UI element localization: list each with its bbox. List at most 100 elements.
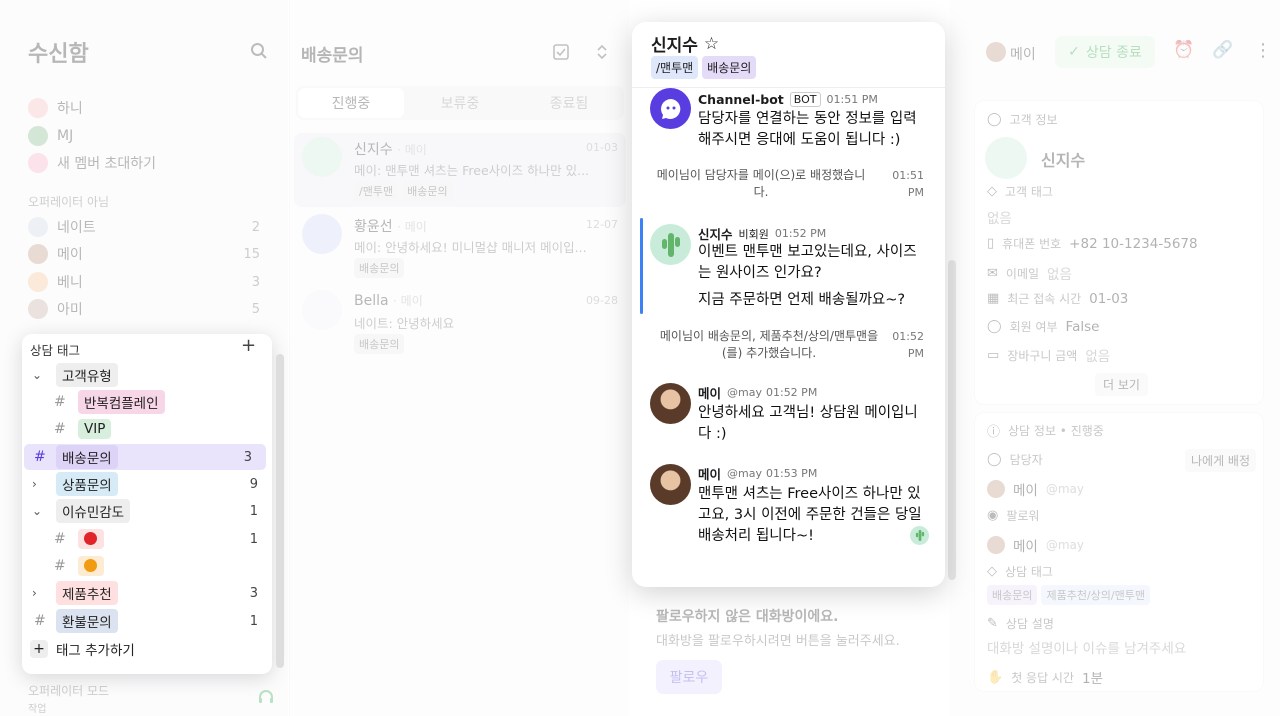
chevron-down-icon[interactable]: ⌄ [32, 368, 42, 382]
avatar [302, 290, 342, 330]
sort-icon[interactable] [596, 44, 608, 60]
chat-name-row: Bella · 메이 [354, 292, 423, 309]
calendar-icon: ▦ [987, 291, 1000, 306]
field-label: 이메일 [1005, 266, 1040, 281]
add-tag-button[interactable]: + 태그 추가하기 [22, 636, 272, 662]
message-header: Channel-bot BOT 01:51 PM [698, 92, 878, 107]
hash-icon: # [34, 613, 46, 629]
tag-item[interactable]: ⌄ 이슈민감도 1 [22, 498, 272, 524]
tab-snoozed[interactable]: 보류중 [407, 88, 513, 118]
more-button[interactable]: 더 보기 [1095, 373, 1148, 396]
chat-list-panel: 배송문의 진행중 보류중 종료됨 신지수 · 메이 01-03 메이: 맨투맨 … [289, 0, 629, 716]
member-item[interactable]: 하니 [28, 97, 260, 119]
customer-name: 신지수 [651, 36, 698, 56]
check-icon: ✓ [1068, 44, 1080, 60]
sender-name: 신지수 [698, 227, 733, 242]
chat-tag[interactable]: /맨투맨 [651, 56, 699, 79]
chat-item[interactable]: 황윤선 · 메이 12-07 메이: 안녕하세요! 미니멀샵 매니저 메이입..… [294, 210, 626, 284]
search-icon[interactable] [250, 42, 268, 60]
chat-popup: 신지수 ☆ /맨투맨 배송문의 Channel-bot BOT 01:51 PM… [632, 22, 945, 587]
scrollbar[interactable] [948, 260, 956, 580]
chat-name-row: 신지수 · 메이 [354, 139, 427, 159]
follow-title: 팔로우하지 않은 대화방이에요. [656, 609, 839, 625]
note-icon: ✎ [987, 616, 998, 631]
chat-assignee: · 메이 [397, 220, 427, 234]
operator-item[interactable]: 아미 5 [28, 298, 260, 320]
system-message: 메이님이 담당자를 메이(으)로 배정했습니다. 01:51 PM [650, 167, 930, 201]
chat-preview: 네이트: 안녕하세요 [354, 316, 455, 331]
agent-name[interactable]: 메이 [1010, 44, 1036, 64]
member-item[interactable]: MJ [28, 125, 260, 147]
tag-item[interactable]: # [22, 553, 272, 579]
tag-item[interactable]: # VIP [22, 416, 272, 442]
tag-count: 3 [249, 585, 258, 601]
tag-item-selected[interactable]: # 배송문의 3 [24, 444, 266, 470]
tag-count: 1 [249, 613, 258, 629]
operator-item[interactable]: 베니 3 [28, 271, 260, 293]
chat-tag[interactable]: 배송문의 [702, 56, 757, 79]
operator-item[interactable]: 메이 15 [28, 243, 260, 265]
tag-menu-scrollbar[interactable] [276, 354, 284, 668]
field-value: False [1065, 318, 1100, 335]
avatar [986, 42, 1006, 62]
checkbox-icon[interactable] [553, 44, 569, 60]
field-label: 상담 태그 [1005, 565, 1053, 579]
more-icon[interactable]: ⋮ [1254, 40, 1272, 61]
operator-item[interactable]: 네이트 2 [28, 216, 260, 238]
phone-value[interactable]: +82 10-1234-5678 [1069, 236, 1197, 252]
field-label: 장바구니 금액 [1007, 348, 1078, 363]
description-field[interactable]: 대화방 설명이나 이슈를 남겨주세요 [987, 637, 1186, 657]
field-label: 회원 여부 [1009, 320, 1058, 334]
star-icon[interactable]: ☆ [704, 34, 719, 54]
message-text: 맨투맨 셔츠는 Free사이즈 하나만 있고요, 3시 이전에 주문한 건들은 … [698, 486, 922, 544]
chevron-down-icon[interactable]: ⌄ [32, 504, 42, 518]
assign-me-button[interactable]: 나에게 배정 [1185, 449, 1257, 472]
message-time: 01:52 PM [765, 386, 818, 399]
follower-name: 메이 [1013, 539, 1038, 555]
hand-icon: ✋ [987, 669, 1004, 685]
consult-tag[interactable]: 배송문의 [987, 585, 1038, 605]
member-icon: ◯ [987, 319, 1002, 334]
tag-item[interactable]: › 상품문의 9 [22, 471, 272, 497]
chat-item[interactable]: Bella · 메이 09-28 네이트: 안녕하세요 배송문의 [294, 286, 626, 360]
chat-tags: 배송문의 [354, 258, 405, 278]
system-time: 01:51 PM [892, 169, 924, 199]
bottom-text: 작업 [28, 704, 47, 715]
follow-area: 팔로우하지 않은 대화방이에요. 대화방을 팔로우하시려면 버튼을 눌러주세요.… [640, 590, 940, 710]
headset-icon[interactable] [258, 689, 274, 705]
tag-icon: ◇ [987, 564, 997, 579]
link-icon[interactable]: 🔗 [1212, 40, 1233, 60]
tag-item[interactable]: # 반복컴플레인 [22, 389, 272, 415]
chat-tag: 배송문의 [402, 181, 453, 201]
field-value: 없음 [987, 211, 1012, 227]
tab-closed[interactable]: 종료됨 [516, 88, 622, 118]
member-name: 새 멤버 초대하기 [57, 156, 157, 172]
alarm-icon[interactable]: ⏰ [1173, 40, 1194, 60]
section-title: 고객 정보 [1009, 113, 1058, 127]
tag-item[interactable]: # 1 [22, 526, 272, 552]
close-chat-button[interactable]: ✓ 상담 종료 [1055, 36, 1155, 68]
invite-member-item[interactable]: 새 멤버 초대하기 [28, 152, 260, 174]
section-title: 상담 정보 • 진행중 [1008, 424, 1104, 438]
tag-item[interactable]: › 제품추천 3 [22, 580, 272, 606]
tab-open[interactable]: 진행중 [298, 88, 404, 118]
tag-item[interactable]: ⌄ 고객유형 [22, 362, 272, 388]
consult-info-card: ⓘ 상담 정보 • 진행중 ◯ 담당자 나에게 배정 메이 @may ◉ 팔로워 메이 @… [974, 412, 1264, 692]
avatar [28, 272, 48, 292]
highlight-bar [640, 218, 643, 314]
mail-icon: ✉ [987, 265, 998, 281]
follow-button[interactable]: 팔로우 [656, 660, 722, 694]
chevron-right-icon[interactable]: › [32, 477, 37, 491]
avatar [985, 137, 1027, 179]
tag-item[interactable]: # 환불문의 1 [22, 608, 272, 634]
add-tag-label: 태그 추가하기 [56, 643, 135, 659]
chat-item[interactable]: 신지수 · 메이 01-03 메이: 맨투맨 셔츠는 Free사이즈 하나만 있… [294, 133, 626, 207]
consult-tag[interactable]: 제품추천/상의/맨투맨 [1041, 585, 1150, 605]
assignee-handle: @may [1045, 482, 1084, 496]
add-tag-icon[interactable]: + [241, 335, 256, 356]
chevron-right-icon[interactable]: › [32, 586, 37, 600]
inbox-title: 수신함 [28, 42, 89, 67]
tag-label: VIP [78, 419, 112, 439]
field-value: 없음 [1047, 267, 1072, 283]
chat-tags: /맨투맨 배송문의 [651, 56, 757, 79]
